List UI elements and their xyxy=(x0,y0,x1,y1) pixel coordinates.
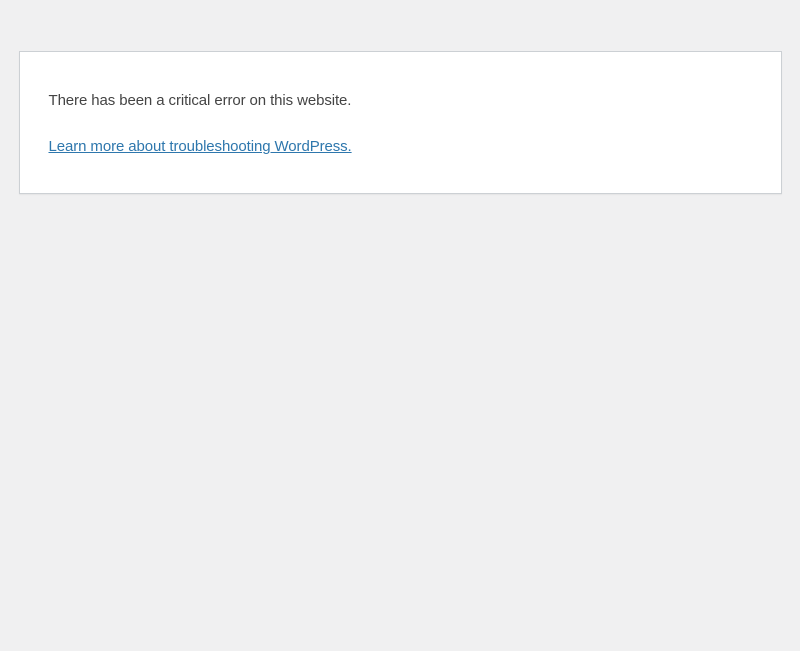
troubleshooting-link-row: Learn more about troubleshooting WordPre… xyxy=(49,137,752,157)
critical-error-message: There has been a critical error on this … xyxy=(49,91,752,111)
critical-error-card: There has been a critical error on this … xyxy=(19,51,782,194)
troubleshooting-wordpress-link[interactable]: Learn more about troubleshooting WordPre… xyxy=(49,138,352,155)
page-background: { "page": { "background_color": "#f0f0f1… xyxy=(0,51,800,651)
